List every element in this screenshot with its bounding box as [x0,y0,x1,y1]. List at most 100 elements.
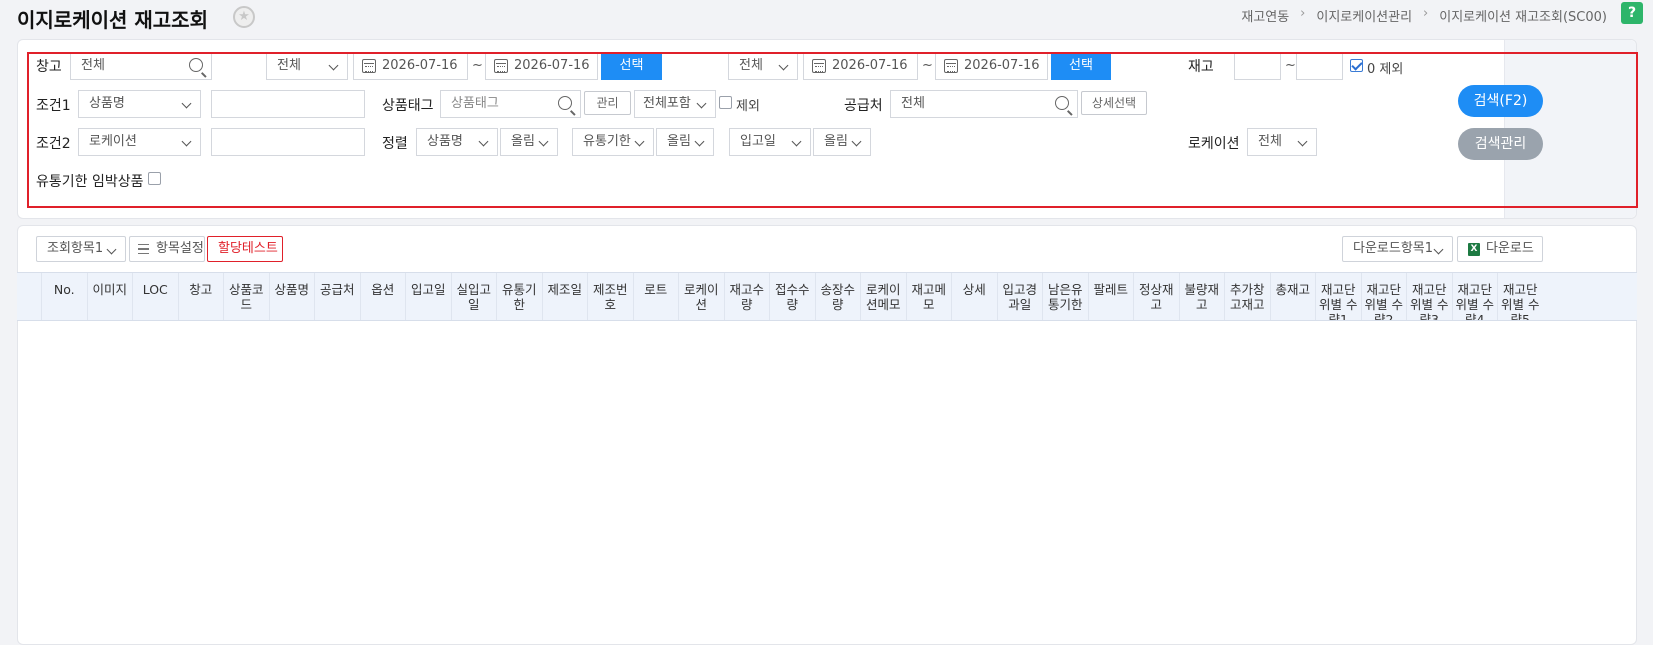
stock-tilde: ~ [1285,58,1296,73]
column-settings-button[interactable]: 항목설정 [129,236,205,262]
supplier-label: 공급처 [844,98,883,114]
column-header[interactable]: 송장수 량 [814,273,861,320]
column-header[interactable]: 불량재 고 [1178,273,1225,320]
download-button[interactable]: X 다운로드 [1457,236,1543,262]
date-type-select-2[interactable]: 전체 [728,52,798,80]
range-tilde: ~ [472,58,483,73]
sort1-order-select[interactable]: 올림 [500,128,558,156]
search-button[interactable]: 검색(F2) [1458,85,1543,117]
sort3-order-select[interactable]: 올림 [813,128,871,156]
date-type-select-1[interactable]: 전체 [266,52,348,80]
condition1-input[interactable] [211,90,365,118]
select-button-1[interactable]: 선택 [601,52,662,80]
column-header[interactable]: 정상재 고 [1133,273,1179,320]
column-header[interactable]: 이미지 [86,273,133,320]
column-header[interactable]: 창고 [177,273,224,320]
breadcrumb-item[interactable]: 재고연동 [1241,6,1289,25]
column-header[interactable]: No. [41,273,87,320]
zero-exclude-checkbox[interactable] [1350,59,1363,72]
view-items-select[interactable]: 조회항목1 [36,236,126,262]
stock-min-input[interactable] [1234,52,1281,80]
column-header[interactable]: 총재고 [1269,273,1316,320]
date-from-2-value: 2026-07-16 [832,58,908,73]
sort1-field-select[interactable]: 상품명 [416,128,498,156]
supplier-detail-button[interactable]: 상세선택 [1081,91,1147,115]
favorite-star-icon[interactable]: ★ [233,6,255,28]
condition2-select[interactable]: 로케이션 [78,128,201,156]
column-header[interactable]: 재고메 모 [905,273,952,320]
column-header[interactable]: 추가창 고재고 [1224,273,1270,320]
tag-exclude-checkbox[interactable] [719,96,732,109]
stock-max-input[interactable] [1296,52,1343,80]
column-header[interactable]: 로트 [632,273,679,320]
column-header[interactable]: 남은유 통기한 [1042,273,1088,320]
condition1-select[interactable]: 상품명 [78,90,201,118]
condition2-label: 조건2 [36,136,71,152]
column-header[interactable]: 재고단 위별 수 량3 [1406,273,1452,320]
column-header[interactable]: 재고단 위별 수 량5 [1497,273,1543,320]
tag-scope-value: 전체포함 [643,96,691,111]
sort1-field-value: 상품명 [427,134,463,149]
column-header[interactable]: 팔레트 [1087,273,1134,320]
select-button-2[interactable]: 선택 [1051,52,1111,80]
search-icon[interactable] [558,96,572,110]
page-title: 이지로케이션 재고조회 [17,8,208,32]
column-header[interactable]: 재고단 위별 수 량2 [1360,273,1407,320]
sort2-order-select[interactable]: 올림 [656,128,714,156]
sort3-field-select[interactable]: 입고일 [729,128,811,156]
sort-label: 정렬 [382,136,408,152]
sort3-order-value: 올림 [824,134,848,149]
column-header[interactable]: 제조번 호 [587,273,633,320]
column-header[interactable]: 로케이 션 [678,273,724,320]
sort2-field-select[interactable]: 유통기한 [572,128,654,156]
date-to-1[interactable]: 2026-07-16 [485,52,598,80]
product-tag-input[interactable]: 상품태그 [440,90,581,118]
column-header[interactable]: 입고일 [405,273,451,320]
help-icon[interactable]: ? [1621,2,1643,24]
column-header[interactable]: 로케이 션메모 [860,273,906,320]
warehouse-input[interactable]: 전체 [70,52,212,80]
column-header[interactable]: 공급처 [314,273,360,320]
column-header[interactable]: 제조일 [541,273,588,320]
column-header[interactable]: LOC [132,273,178,320]
breadcrumb-item: 이지로케이션 재고조회(SC00) [1439,10,1607,25]
column-header[interactable]: 재고단 위별 수 량1 [1315,273,1361,320]
column-header[interactable]: 접수수 량 [769,273,815,320]
product-tag-placeholder: 상품태그 [451,96,499,111]
column-header[interactable]: 실입고 일 [450,273,497,320]
column-header[interactable]: 유통기 한 [496,273,542,320]
range-tilde: ~ [922,58,933,73]
location-select[interactable]: 전체 [1247,128,1317,156]
column-header[interactable]: 재고단 위별 수 량4 [1451,273,1498,320]
supplier-value: 전체 [901,96,925,111]
download-items-select[interactable]: 다운로드항목1 [1342,236,1453,262]
zero-exclude-label: 0 제외 [1367,62,1404,77]
sort2-order-value: 올림 [667,134,691,149]
date-from-1[interactable]: 2026-07-16 [353,52,468,80]
allocation-test-button[interactable]: 할당테스트 [207,236,283,262]
product-tag-label: 상품태그 [382,98,434,114]
date-to-2[interactable]: 2026-07-16 [935,52,1048,80]
date-to-2-value: 2026-07-16 [964,58,1040,73]
condition1-label: 조건1 [36,98,71,114]
column-header[interactable]: 옵션 [359,273,406,320]
date-type-select-1-value: 전체 [277,58,301,73]
excel-icon: X [1468,243,1480,256]
search-manage-button[interactable]: 검색관리 [1458,128,1543,160]
date-from-2[interactable]: 2026-07-16 [803,52,918,80]
column-header[interactable]: 재고수 량 [723,273,770,320]
search-icon[interactable] [1055,96,1069,110]
search-icon[interactable] [189,58,203,72]
breadcrumb-item[interactable]: 이지로케이션관리 [1316,6,1412,25]
column-header[interactable]: 상품명 [268,273,315,320]
column-header[interactable]: 상품코 드 [223,273,269,320]
download-label: 다운로드 [1486,241,1534,256]
expiry-imminent-checkbox[interactable] [148,172,161,185]
supplier-input[interactable]: 전체 [890,90,1078,118]
tag-scope-select[interactable]: 전체포함 [634,90,716,118]
condition2-input[interactable] [211,128,365,156]
column-header[interactable]: 상세 [951,273,997,320]
date-type-select-2-value: 전체 [739,58,763,73]
tag-manage-button[interactable]: 관리 [584,91,631,115]
column-header[interactable]: 입고경 과일 [996,273,1043,320]
